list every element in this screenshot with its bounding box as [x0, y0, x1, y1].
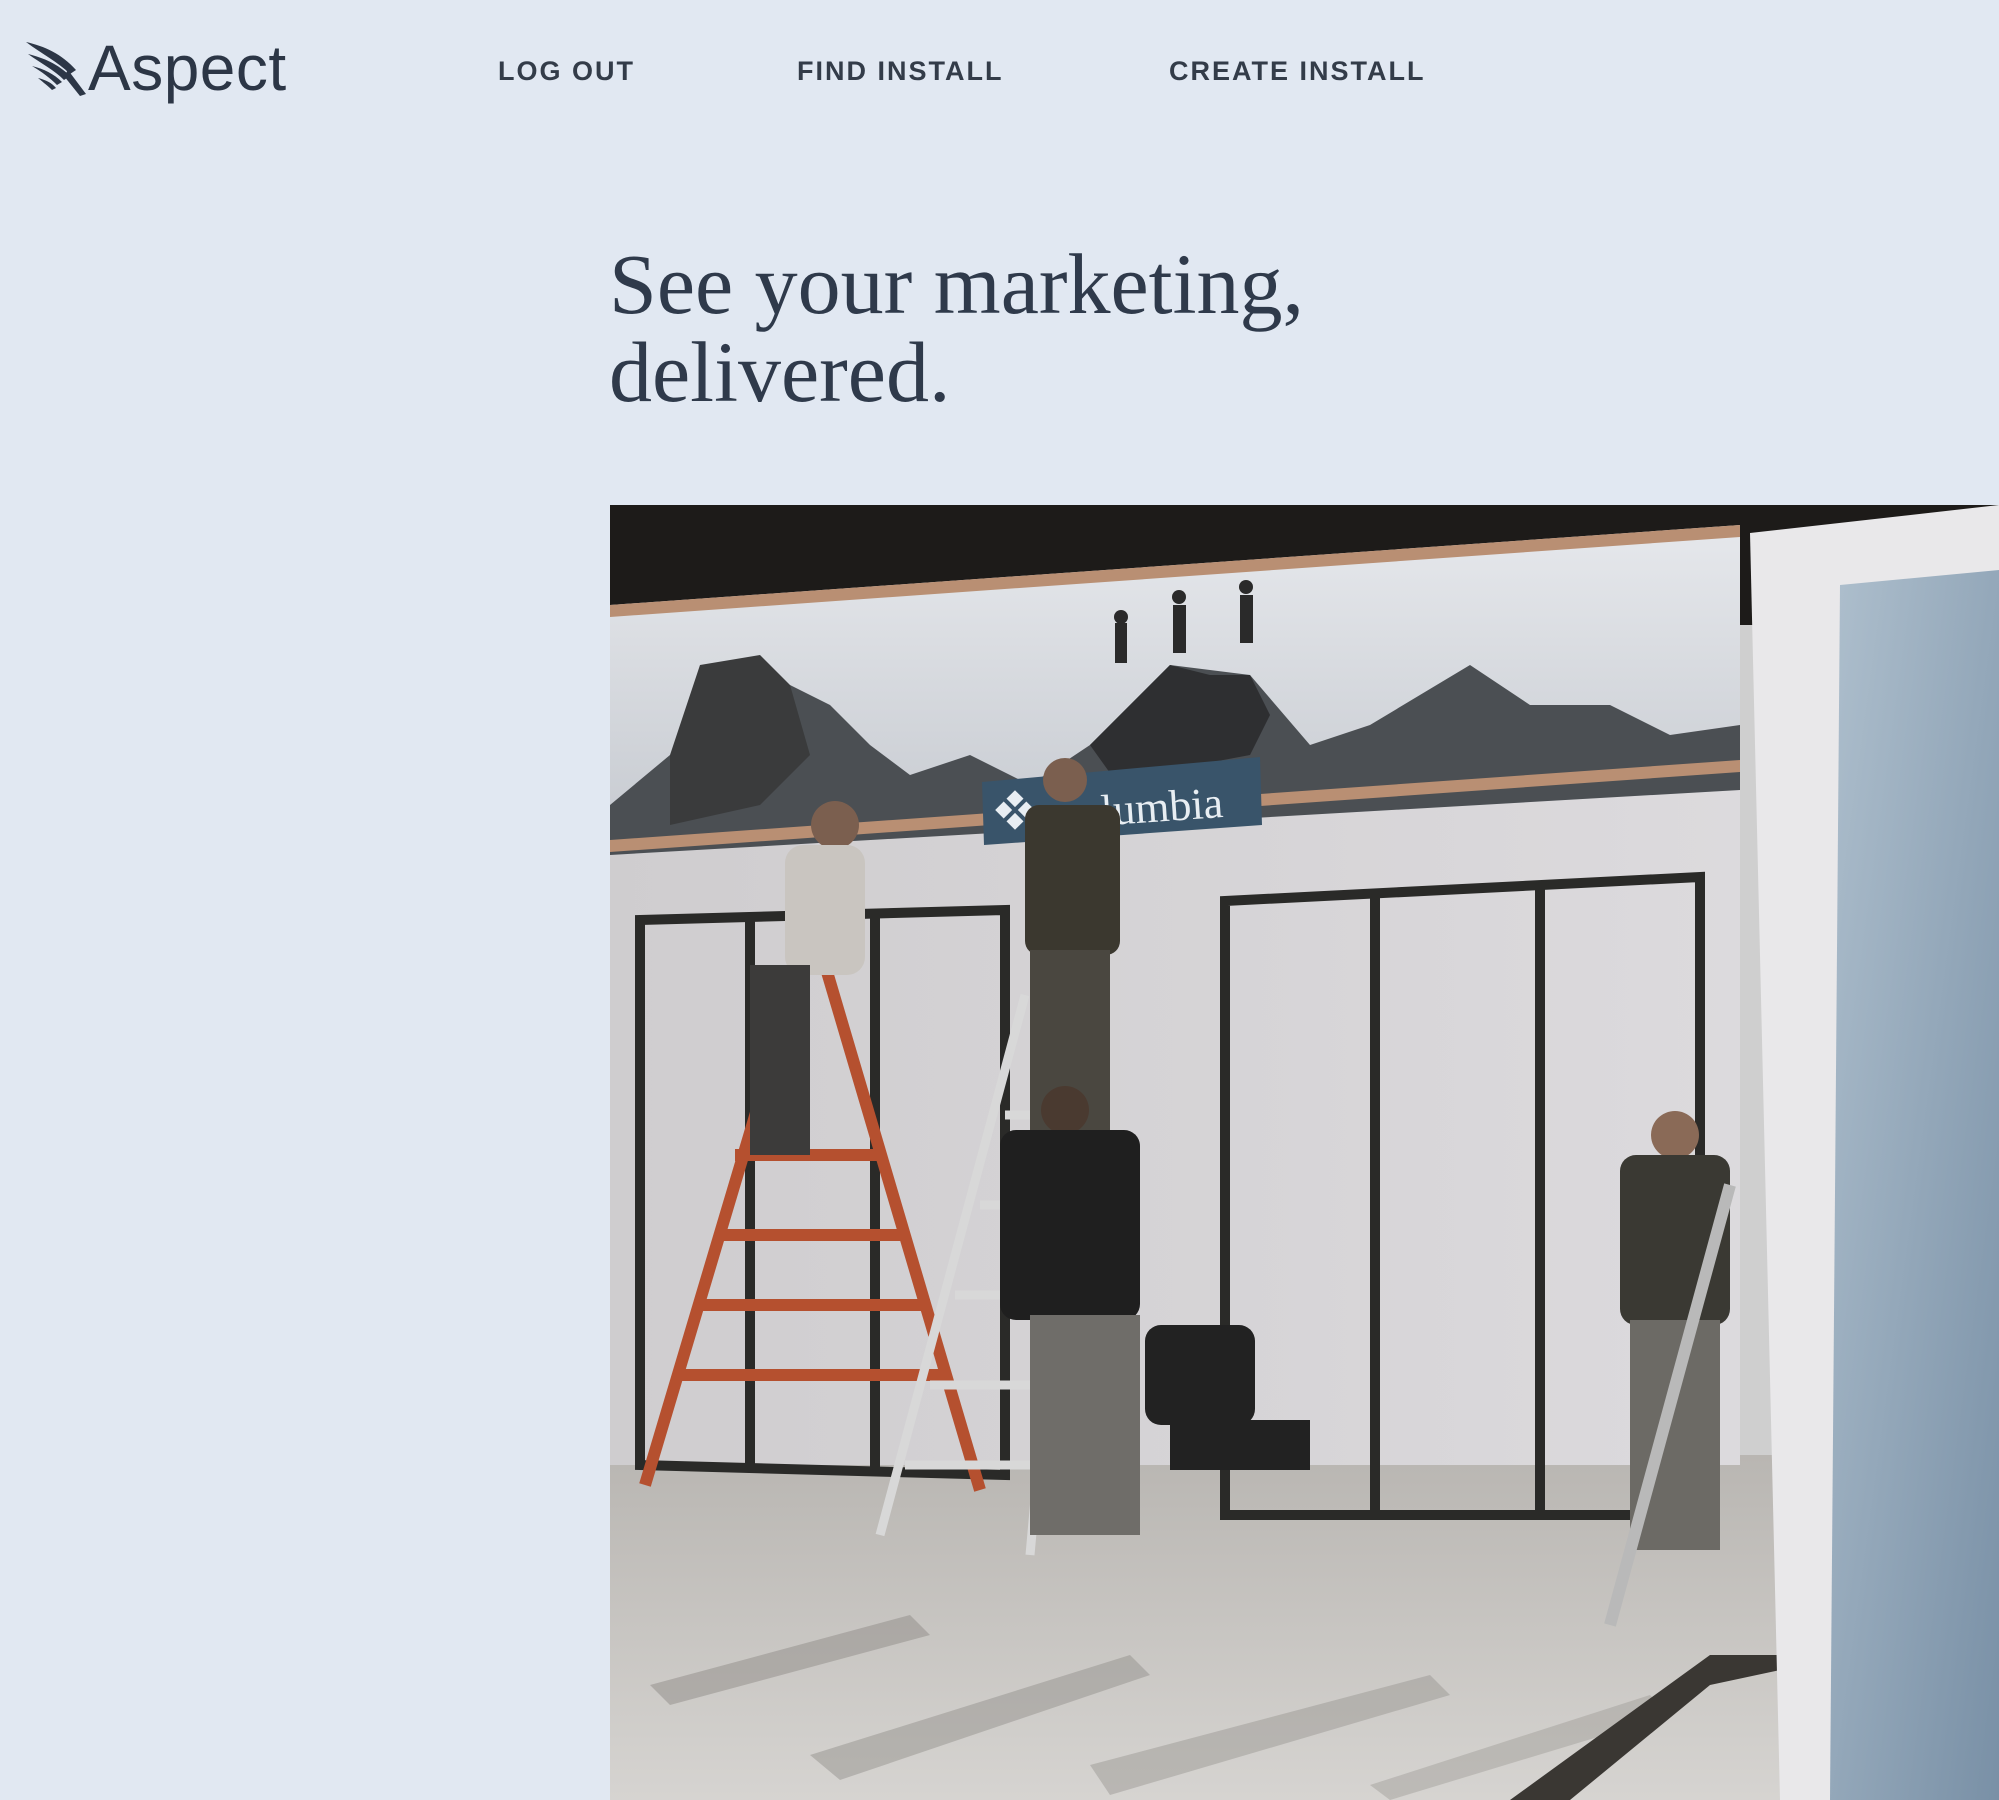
hero-photo: olumbia — [610, 505, 1999, 1800]
hero-headline-line-2: delivered. — [609, 324, 951, 420]
brand-name: Aspect — [88, 32, 287, 104]
hero-headline: See your marketing, delivered. — [609, 240, 1509, 416]
wing-icon — [26, 42, 86, 96]
site-header: Aspect LOG OUT FIND INSTALL CREATE INSTA… — [0, 0, 1999, 150]
nav-log-out[interactable]: LOG OUT — [498, 56, 635, 87]
brand-logo[interactable]: Aspect — [24, 28, 287, 108]
hero-headline-line-1: See your marketing, — [609, 236, 1304, 332]
install-crew-photo: olumbia — [610, 505, 1999, 1800]
nav-find-install[interactable]: FIND INSTALL — [797, 56, 1003, 87]
nav-create-install[interactable]: CREATE INSTALL — [1169, 56, 1426, 87]
